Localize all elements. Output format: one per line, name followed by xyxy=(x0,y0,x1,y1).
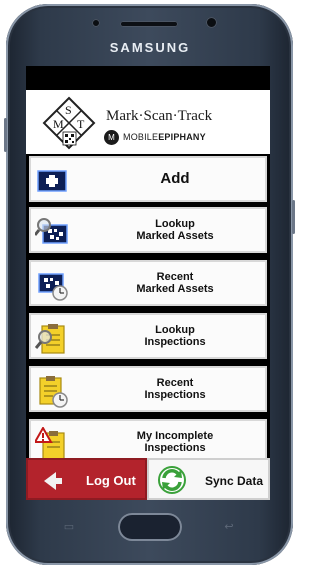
volume-button xyxy=(4,118,7,152)
earpiece-speaker xyxy=(120,21,178,27)
mobile-epiphany-logo-icon: M xyxy=(104,130,119,145)
add-button[interactable]: Add xyxy=(29,156,267,202)
lookup-marked-assets-button[interactable]: Lookup Marked Assets xyxy=(29,207,267,253)
logout-label: Log Out xyxy=(86,473,136,488)
mst-logo: M S T xyxy=(42,96,96,150)
home-button[interactable] xyxy=(118,513,182,541)
back-key-icon[interactable]: ↩ xyxy=(222,520,236,533)
recent-marked-assets-icon xyxy=(38,273,68,301)
publisher-suffix: EPIPHANY xyxy=(158,132,206,142)
incomplete-inspections-icon xyxy=(35,427,65,460)
screen: M S T Mark·Scan·Track M MOBILEEPIPHANY A… xyxy=(26,66,270,500)
logo-letter-t: T xyxy=(77,117,85,131)
logout-button[interactable]: Log Out xyxy=(26,458,147,500)
publisher-prefix: MOBILE xyxy=(123,132,159,142)
recent-apps-key-icon[interactable]: ▭ xyxy=(62,520,76,533)
lookup-inspections-icon xyxy=(35,324,65,354)
recent-inspections-icon xyxy=(39,376,68,408)
lookup-marked-assets-label: Lookup Marked Assets xyxy=(136,218,214,242)
logo-letter-s: S xyxy=(65,103,72,117)
recent-marked-assets-button[interactable]: Recent Marked Assets xyxy=(29,260,267,306)
logo-letter-m: M xyxy=(53,117,64,131)
recent-marked-assets-label: Recent Marked Assets xyxy=(136,271,214,295)
back-arrow-icon xyxy=(44,472,62,490)
lookup-marked-assets-icon xyxy=(35,218,68,244)
add-label: Add xyxy=(160,170,190,187)
sync-icon xyxy=(158,466,186,494)
recent-inspections-label: Recent Inspections xyxy=(144,377,206,401)
recent-inspections-button[interactable]: Recent Inspections xyxy=(29,366,267,412)
sync-data-label: Sync Data xyxy=(205,474,264,488)
app-title: Mark·Scan·Track xyxy=(106,108,213,124)
device-brand: SAMSUNG xyxy=(109,40,191,55)
lookup-inspections-button[interactable]: Lookup Inspections xyxy=(29,313,267,359)
proximity-sensor xyxy=(92,19,100,27)
add-plus-icon xyxy=(37,170,67,192)
power-button xyxy=(292,200,295,234)
sync-data-button[interactable]: Sync Data xyxy=(147,458,270,500)
publisher-name: MOBILEEPIPHANY xyxy=(123,132,206,142)
app-header: M S T Mark·Scan·Track M MOBILEEPIPHANY xyxy=(26,90,270,154)
bottom-action-bar: Log Out Sync Data xyxy=(26,458,270,500)
lookup-inspections-label: Lookup Inspections xyxy=(144,324,206,348)
incomplete-inspections-label: My Incomplete Inspections xyxy=(136,430,214,454)
publisher-brand: M MOBILEEPIPHANY xyxy=(98,130,268,146)
front-camera xyxy=(206,17,217,28)
